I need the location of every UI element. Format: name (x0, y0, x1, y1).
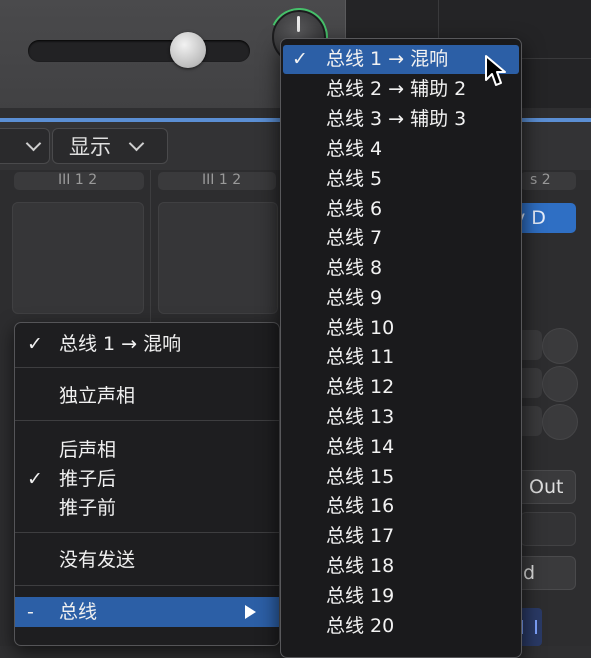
bus-item[interactable]: 总线 6 (283, 195, 519, 224)
group-field[interactable] (520, 512, 576, 546)
bus-item[interactable]: 总线 15 (283, 463, 519, 492)
menu-separator (15, 585, 279, 586)
bus-item[interactable]: 总线 3 → 辅助 3 (283, 105, 519, 134)
menu-separator (15, 420, 279, 421)
strip-knob[interactable] (542, 328, 578, 364)
bus-item[interactable]: 总线 12 (283, 373, 519, 402)
menu-separator (15, 367, 279, 368)
bus-item[interactable]: 总线 5 (283, 165, 519, 194)
bus-item[interactable]: 总线 19 (283, 582, 519, 611)
bus-item[interactable]: 总线 17 (283, 522, 519, 551)
menu-item-bus[interactable]: - 总线 (15, 597, 279, 627)
menu-item-post-fader[interactable]: ✓ 推子后 (15, 464, 279, 494)
send-context-menu: ✓ 总线 1 → 混响 独立声相 后声相 ✓ 推子后 推子前 没有发送 - 总线 (14, 322, 280, 646)
menu-separator (15, 532, 279, 533)
input-label[interactable]: s 2 (520, 172, 576, 190)
bus-item[interactable]: 总线 16 (283, 492, 519, 521)
show-menu-button[interactable]: 显示 (52, 128, 168, 164)
input-label[interactable]: III 1 2 (14, 172, 144, 190)
bus-item[interactable]: 总线 8 (283, 254, 519, 283)
show-menu-label: 显示 (69, 135, 111, 159)
input-label[interactable]: III 1 2 (158, 172, 276, 190)
bus-item[interactable]: 总线 13 (283, 403, 519, 432)
bus-item[interactable]: 总线 9 (283, 284, 519, 313)
menu-item-pre-fader[interactable]: 推子前 (15, 493, 279, 523)
edit-menu-button[interactable] (0, 128, 50, 164)
bus-item[interactable]: 总线 20 (283, 612, 519, 641)
strip-knob[interactable] (542, 404, 578, 440)
menu-item-independent-pan[interactable]: 独立声相 (15, 381, 279, 411)
bus-item[interactable]: 总线 11 (283, 343, 519, 372)
menu-item-bus1-reverb[interactable]: ✓ 总线 1 → 混响 (15, 329, 279, 359)
bus-item[interactable]: 总线 4 (283, 135, 519, 164)
plugin-slot[interactable] (12, 202, 144, 314)
menu-item-no-send[interactable]: 没有发送 (15, 545, 279, 575)
pan-knob-indicator (297, 16, 300, 32)
bus-submenu: ✓ 总线 1 → 混响 总线 2 → 辅助 2 总线 3 → 辅助 3 总线 4… (280, 38, 522, 658)
bus-item[interactable]: 总线 14 (283, 433, 519, 462)
volume-slider-track[interactable] (28, 40, 250, 62)
checkmark-icon: ✓ (292, 48, 308, 70)
menu-item-post-pan[interactable]: 后声相 (15, 435, 279, 465)
checkmark-icon: ✓ (27, 333, 43, 355)
submenu-arrow-icon (245, 605, 256, 619)
checkmark-icon: ✓ (27, 468, 43, 490)
strip-knob[interactable] (542, 366, 578, 402)
mouse-cursor-icon (485, 55, 506, 86)
volume-slider-thumb[interactable] (170, 32, 206, 68)
chevron-down-icon (128, 135, 145, 151)
plugin-slot[interactable] (158, 202, 278, 314)
chevron-down-icon (25, 135, 42, 151)
bus-item[interactable]: 总线 10 (283, 314, 519, 343)
bus-item[interactable]: 总线 18 (283, 552, 519, 581)
bus-item[interactable]: 总线 7 (283, 224, 519, 253)
